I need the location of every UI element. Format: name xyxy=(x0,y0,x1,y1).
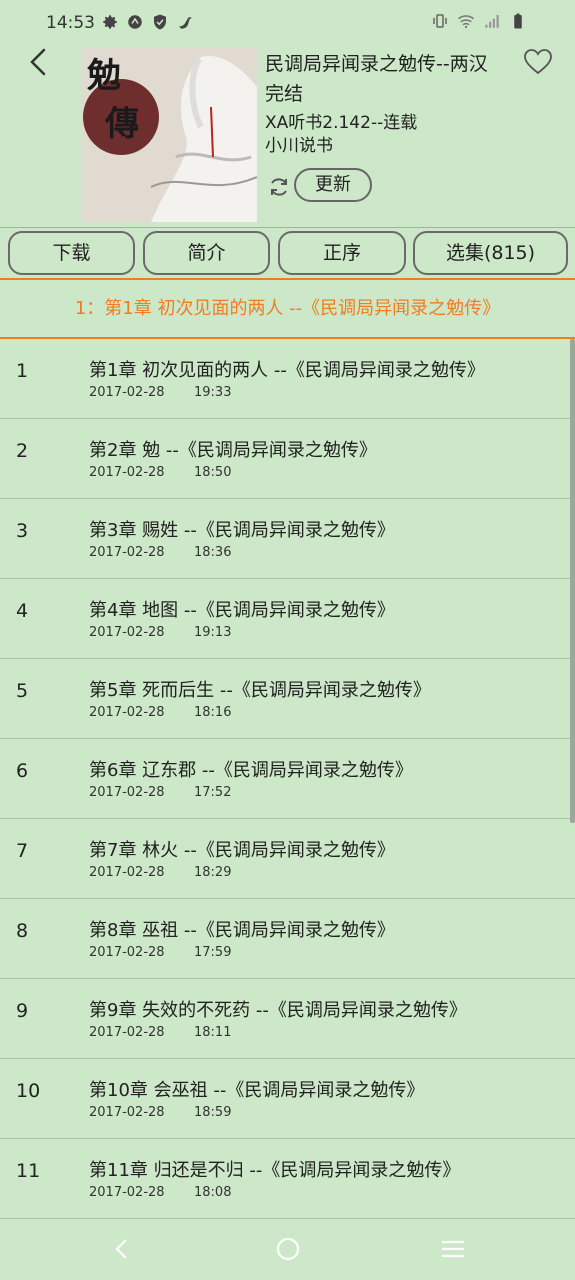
chapter-number: 1 xyxy=(16,360,29,382)
chapter-title: 第1章 初次见面的两人 --《民调局异闻录之勉传》 xyxy=(89,360,485,381)
chapter-date: 2017-02-28 xyxy=(89,385,165,400)
book-author: 小川说书 xyxy=(265,136,333,156)
status-time: 14:53 xyxy=(46,13,95,33)
chapter-time: 19:33 xyxy=(194,385,232,400)
status-bar: 14:53 xyxy=(0,0,575,46)
book-title: 民调局异闻录之勉传--两汉完结 xyxy=(265,53,488,105)
sync-icon xyxy=(128,15,142,29)
menu-nav-icon[interactable] xyxy=(439,1235,467,1263)
chapter-title: 第4章 地图 --《民调局异闻录之勉传》 xyxy=(89,600,395,621)
chapter-number: 8 xyxy=(16,920,29,942)
chapter-title: 第2章 勉 --《民调局异闻录之勉传》 xyxy=(89,440,377,461)
current-chapter-label[interactable]: 1：第1章 初次见面的两人 --《民调局异闻录之勉传》 xyxy=(0,280,575,336)
chapter-time: 18:16 xyxy=(194,705,232,720)
chapter-title: 第6章 辽东郡 --《民调局异闻录之勉传》 xyxy=(89,760,413,781)
system-nav-bar xyxy=(0,1218,575,1280)
chapter-row[interactable]: 1 第1章 初次见面的两人 --《民调局异闻录之勉传》 2017-02-28 19:3… xyxy=(0,339,575,419)
svg-text:傳: 傳 xyxy=(104,104,139,144)
chapter-title: 第8章 巫祖 --《民调局异闻录之勉传》 xyxy=(89,920,395,941)
chapter-row[interactable]: 5 第5章 死而后生 --《民调局异闻录之勉传》 2017-02-28 18:16 xyxy=(0,659,575,739)
action-tab-bar: 下载 简介 正序 选集(815) xyxy=(0,231,575,275)
chapter-list[interactable]: 1 第1章 初次见面的两人 --《民调局异闻录之勉传》 2017-02-28 19:3… xyxy=(0,339,575,1219)
chapter-number: 5 xyxy=(16,680,29,702)
chapter-date: 2017-02-28 xyxy=(89,1025,165,1040)
chapter-time: 17:59 xyxy=(194,945,232,960)
chapter-time: 19:13 xyxy=(194,625,232,640)
home-nav-icon[interactable] xyxy=(274,1235,302,1263)
chapter-time: 18:59 xyxy=(194,1105,232,1120)
wifi-icon xyxy=(458,15,474,29)
chapter-time: 18:11 xyxy=(194,1025,232,1040)
chapter-date: 2017-02-28 xyxy=(89,705,165,720)
battery-icon xyxy=(514,13,522,29)
chapter-date: 2017-02-28 xyxy=(89,785,165,800)
chapter-time: 18:50 xyxy=(194,465,232,480)
order-toggle-button[interactable]: 正序 xyxy=(278,231,406,275)
chapter-date: 2017-02-28 xyxy=(89,1105,165,1120)
chapter-row[interactable]: 6 第6章 辽东郡 --《民调局异闻录之勉传》 2017-02-28 17:52 xyxy=(0,739,575,819)
download-button[interactable]: 下载 xyxy=(8,231,135,275)
chapter-number: 10 xyxy=(16,1080,41,1102)
chapter-title: 第5章 死而后生 --《民调局异闻录之勉传》 xyxy=(89,680,431,701)
refresh-icon[interactable] xyxy=(267,175,291,199)
header-divider xyxy=(0,227,575,228)
episode-select-button[interactable]: 选集(815) xyxy=(413,231,568,275)
chapter-title: 第7章 林火 --《民调局异闻录之勉传》 xyxy=(89,840,395,861)
chapter-row[interactable]: 11 第11章 归还是不归 --《民调局异闻录之勉传》 2017-02-28 18:0… xyxy=(0,1139,575,1219)
chapter-title: 第11章 归还是不归 --《民调局异闻录之勉传》 xyxy=(89,1160,461,1181)
chapter-title: 第9章 失效的不死药 --《民调局异闻录之勉传》 xyxy=(89,1000,467,1021)
chapter-number: 9 xyxy=(16,1000,29,1022)
chapter-number: 7 xyxy=(16,840,29,862)
chapter-row[interactable]: 3 第3章 赐姓 --《民调局异闻录之勉传》 2017-02-28 18:36 xyxy=(0,499,575,579)
chapter-number: 11 xyxy=(16,1160,41,1182)
chapter-number: 3 xyxy=(16,520,29,542)
chapter-date: 2017-02-28 xyxy=(89,1185,165,1200)
signal-icon xyxy=(485,15,499,28)
chapter-row[interactable]: 7 第7章 林火 --《民调局异闻录之勉传》 2017-02-28 18:29 xyxy=(0,819,575,899)
settings-icon xyxy=(103,15,117,29)
chapter-title: 第3章 赐姓 --《民调局异闻录之勉传》 xyxy=(89,520,395,541)
cover-art: 勉 傳 xyxy=(81,47,257,222)
bird-icon xyxy=(179,17,192,29)
back-nav-icon[interactable] xyxy=(108,1235,136,1263)
chapter-date: 2017-02-28 xyxy=(89,625,165,640)
back-button[interactable] xyxy=(20,44,56,80)
intro-button[interactable]: 简介 xyxy=(143,231,270,275)
chapter-row[interactable]: 9 第9章 失效的不死药 --《民调局异闻录之勉传》 2017-02-28 18:11 xyxy=(0,979,575,1059)
shield-icon xyxy=(154,14,166,30)
chapter-title: 第10章 会巫祖 --《民调局异闻录之勉传》 xyxy=(89,1080,425,1101)
book-cover-image[interactable]: 勉 傳 xyxy=(81,47,257,222)
chapter-row[interactable]: 4 第4章 地图 --《民调局异闻录之勉传》 2017-02-28 19:13 xyxy=(0,579,575,659)
chapter-row[interactable]: 8 第8章 巫祖 --《民调局异闻录之勉传》 2017-02-28 17:59 xyxy=(0,899,575,979)
svg-text:勉: 勉 xyxy=(87,56,121,96)
chapter-date: 2017-02-28 xyxy=(89,545,165,560)
book-source: XA听书2.142--连载 xyxy=(265,113,418,133)
favorite-heart-icon[interactable] xyxy=(523,47,553,77)
chapter-time: 18:36 xyxy=(194,545,232,560)
chapter-number: 6 xyxy=(16,760,29,782)
chapter-time: 18:08 xyxy=(194,1185,232,1200)
chapter-time: 17:52 xyxy=(194,785,232,800)
chapter-row[interactable]: 10 第10章 会巫祖 --《民调局异闻录之勉传》 2017-02-28 18:59 xyxy=(0,1059,575,1139)
chapter-number: 4 xyxy=(16,600,29,622)
chapter-date: 2017-02-28 xyxy=(89,465,165,480)
chapter-date: 2017-02-28 xyxy=(89,945,165,960)
vibrate-icon xyxy=(433,14,447,28)
update-button[interactable]: 更新 xyxy=(294,168,372,202)
chapter-date: 2017-02-28 xyxy=(89,865,165,880)
chapter-time: 18:29 xyxy=(194,865,232,880)
chapter-number: 2 xyxy=(16,440,29,462)
list-scrollbar[interactable] xyxy=(570,339,575,823)
chapter-row[interactable]: 2 第2章 勉 --《民调局异闻录之勉传》 2017-02-28 18:50 xyxy=(0,419,575,499)
